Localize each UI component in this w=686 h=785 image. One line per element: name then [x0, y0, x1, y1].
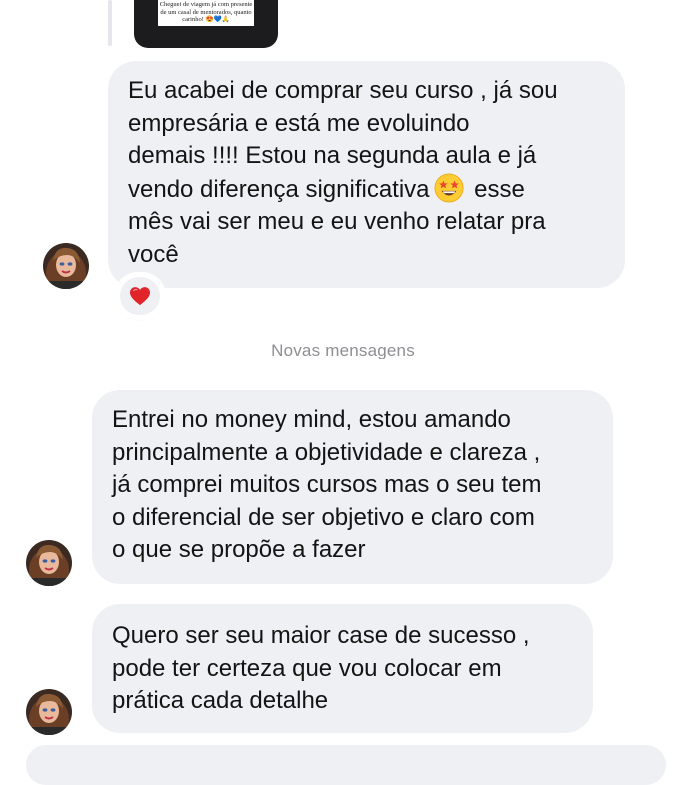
avatar[interactable] — [26, 540, 72, 586]
heart-icon — [130, 287, 150, 306]
divider-label: Novas mensagens — [271, 341, 415, 359]
message-bubble[interactable]: Eu acabei de comprar seu curso , já sou … — [108, 61, 625, 288]
new-messages-divider: Novas mensagens — [0, 337, 686, 359]
user-avatar-image — [26, 540, 72, 586]
reply-preview[interactable]: Cheguei de viagem já com presente de um … — [108, 0, 288, 48]
heart-reaction[interactable]: ❤️ — [116, 274, 164, 318]
avatar[interactable] — [26, 689, 72, 735]
reply-caption: Cheguei de viagem já com presente de um … — [158, 0, 254, 26]
star-struck-emoji-icon — [433, 172, 464, 203]
reply-thumbnail-image[interactable]: Cheguei de viagem já com presente de um … — [134, 0, 278, 48]
user-avatar-image — [43, 243, 89, 289]
message-text: Quero ser seu maior case de sucesso , po… — [112, 622, 530, 714]
message-text: Entrei no money mind, estou amando princ… — [112, 406, 542, 563]
message-bubble[interactable]: Entrei no money mind, estou amando princ… — [92, 390, 613, 584]
message-bubble[interactable]: Quero ser seu maior case de sucesso , po… — [92, 604, 593, 733]
avatar[interactable] — [43, 243, 89, 289]
reply-indicator-line — [108, 0, 112, 46]
message-bubble-partial[interactable] — [26, 745, 666, 785]
user-avatar-image — [26, 689, 72, 735]
